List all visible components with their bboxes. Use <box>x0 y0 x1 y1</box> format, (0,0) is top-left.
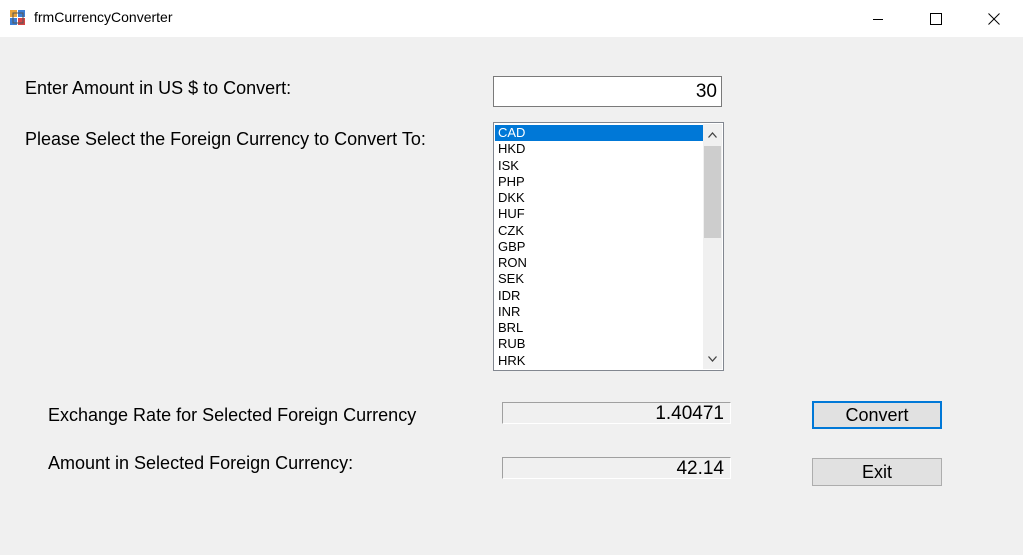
form-icon <box>10 10 26 26</box>
list-item[interactable]: IDR <box>495 288 703 304</box>
minimize-icon <box>873 18 883 20</box>
exit-button[interactable]: Exit <box>812 458 942 486</box>
list-item[interactable]: CAD <box>495 125 703 142</box>
rate-value: 1.40471 <box>502 402 731 424</box>
currency-listbox[interactable]: CAD HKD ISK PHP DKK HUF CZK GBP RON SEK IDR INR BRL R… <box>493 122 724 371</box>
list-item[interactable]: PHP <box>495 174 703 190</box>
window-title: frmCurrencyConverter <box>34 9 173 25</box>
list-item[interactable]: RON <box>495 255 703 271</box>
converted-label: Amount in Selected Foreign Currency: <box>48 453 354 473</box>
scroll-up-button[interactable] <box>703 126 722 143</box>
scroll-down-button[interactable] <box>703 350 722 367</box>
list-item[interactable]: HRK <box>495 353 703 369</box>
convert-button[interactable]: Convert <box>812 401 942 429</box>
list-item[interactable]: INR <box>495 304 703 320</box>
list-item[interactable]: CZK <box>495 223 703 239</box>
title-bar[interactable]: frmCurrencyConverter <box>0 0 1023 37</box>
amount-label: Enter Amount in US $ to Convert: <box>25 78 292 98</box>
list-item[interactable]: HKD <box>495 141 703 157</box>
close-button[interactable] <box>965 0 1023 37</box>
converted-value: 42.14 <box>502 457 731 479</box>
list-item[interactable]: GBP <box>495 239 703 255</box>
close-icon <box>988 12 1000 25</box>
maximize-icon <box>930 12 942 25</box>
rate-label: Exchange Rate for Selected Foreign Curre… <box>48 405 417 425</box>
list-item[interactable]: SEK <box>495 271 703 287</box>
minimize-button[interactable] <box>849 0 907 37</box>
scrollbar-thumb[interactable] <box>704 146 721 238</box>
currency-list-items: CAD HKD ISK PHP DKK HUF CZK GBP RON SEK IDR INR BRL R… <box>495 125 703 369</box>
chevron-up-icon <box>708 131 717 138</box>
listbox-scrollbar[interactable] <box>703 124 722 369</box>
currency-label: Please Select the Foreign Currency to Co… <box>25 129 426 149</box>
list-item[interactable]: HUF <box>495 206 703 222</box>
maximize-button[interactable] <box>907 0 965 37</box>
list-item[interactable]: RUB <box>495 336 703 352</box>
amount-input[interactable]: 30 <box>493 76 722 107</box>
chevron-down-icon <box>708 355 717 362</box>
list-item[interactable]: BRL <box>495 320 703 336</box>
list-item[interactable]: DKK <box>495 190 703 206</box>
list-item[interactable]: ISK <box>495 158 703 174</box>
